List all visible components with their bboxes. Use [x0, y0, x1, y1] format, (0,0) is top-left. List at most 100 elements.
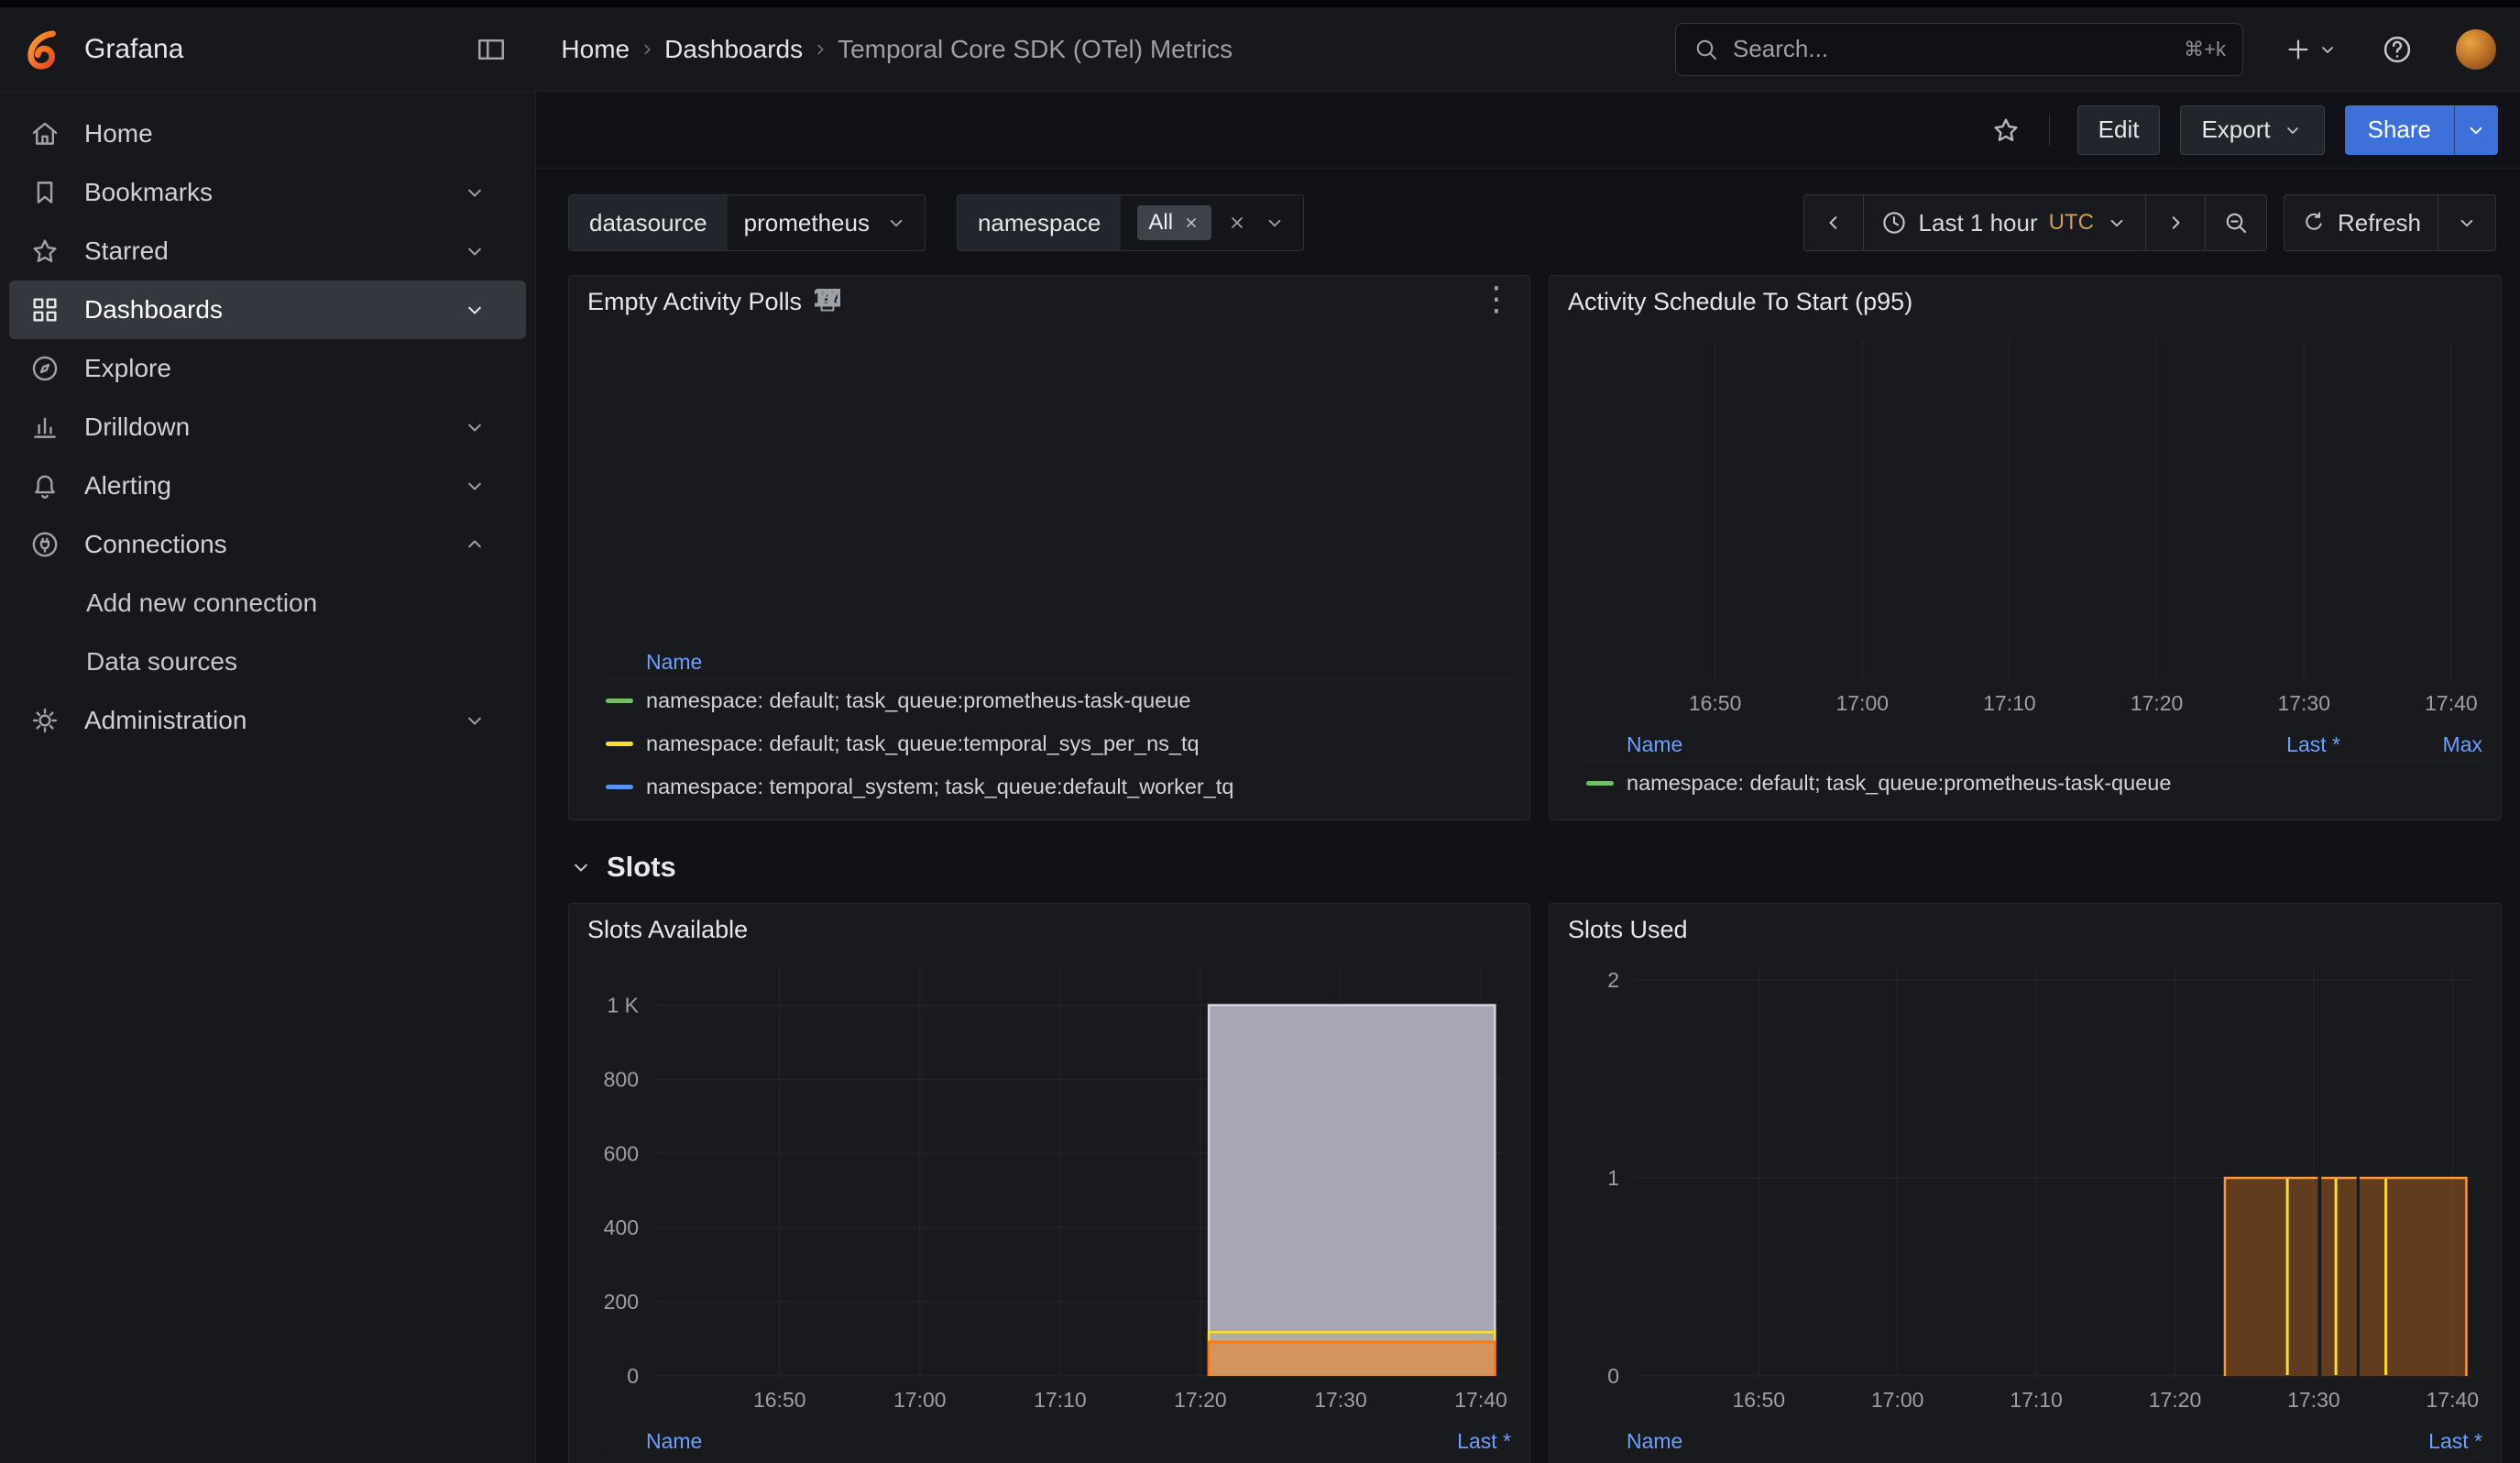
panel-toggle-icon	[475, 33, 508, 66]
legend-row[interactable]: namespace: default; task_queue:prometheu…	[1586, 1458, 2482, 1463]
svg-text:17:30: 17:30	[2287, 1388, 2340, 1412]
panel-slots-available: Slots Available16:5017:0017:1017:2017:30…	[568, 903, 1530, 1463]
timeseries-plot: 16:5017:0017:1017:2017:3017:40	[1568, 327, 2484, 721]
sidebar-item-label: Home	[84, 119, 511, 148]
grafana-logo-icon[interactable]	[24, 28, 66, 71]
legend-header-last[interactable]: Last *	[2340, 1429, 2482, 1454]
sidebar-item-alerting[interactable]: Alerting	[9, 456, 526, 515]
search-box[interactable]: ⌘+k	[1675, 23, 2243, 76]
svg-text:17:00: 17:00	[1835, 691, 1889, 715]
share-caret-button[interactable]	[2454, 105, 2498, 155]
svg-text:2: 2	[1607, 968, 1619, 992]
legend-header-name[interactable]: Name	[646, 1429, 1369, 1454]
panel-title[interactable]: Activity Schedule To Start (p95)	[1568, 288, 1912, 316]
panel-menu-icon[interactable]: ⋮	[1480, 283, 1513, 316]
breadcrumb-item-dashboards[interactable]: Dashboards	[664, 35, 803, 64]
svg-text:17:30: 17:30	[1314, 1388, 1367, 1412]
sidebar-item-connections[interactable]: Connections	[9, 515, 526, 574]
panel-slots-used: Slots Used16:5017:0017:1017:2017:3017:40…	[1549, 903, 2502, 1463]
panel-title[interactable]: Empty Activity Polls	[587, 288, 802, 316]
sidebar-item-starred[interactable]: Starred	[9, 222, 526, 280]
legend-header-last[interactable]: Last *	[1369, 1429, 1511, 1454]
legend-row[interactable]: namespace: default; task_queue:prometheu…	[606, 1458, 1511, 1463]
legend-row[interactable]: namespace: temporal_system; task_queue:d…	[606, 764, 1511, 808]
close-icon	[1182, 214, 1200, 232]
dashboard-actions-row: Edit Export Share	[536, 92, 2520, 169]
sidebar-item-dashboards[interactable]: Dashboards	[9, 280, 526, 339]
chevron-down-icon	[2455, 211, 2479, 235]
top-navigation-bar: Grafana Home Dashboards Temporal Core SDK …	[0, 7, 2520, 92]
namespace-variable-select[interactable]: All	[1121, 195, 1303, 250]
series-label: namespace: default; task_queue:prometheu…	[646, 688, 1511, 713]
export-button[interactable]: Export	[2180, 105, 2324, 155]
row-section-slots[interactable]: Slots	[568, 851, 676, 884]
chevron-down-icon	[2317, 38, 2339, 60]
panel-title[interactable]: Slots Used	[1568, 916, 1688, 944]
legend-row[interactable]: namespace: default; task_queue:prometheu…	[1586, 761, 2482, 804]
star-icon	[1990, 115, 2021, 146]
share-split-button: Share	[2345, 105, 2498, 155]
datasource-variable-select[interactable]: prometheus	[728, 195, 925, 250]
sidebar-item-label: Alerting	[84, 471, 462, 500]
add-dropdown-button[interactable]	[2284, 35, 2339, 64]
chip-remove-icon[interactable]	[1182, 214, 1200, 232]
legend-row[interactable]: namespace: default; task_queue:prometheu…	[606, 678, 1511, 721]
legend-header-name[interactable]: Name	[1627, 732, 2198, 757]
sidebar-item-administration[interactable]: Administration	[9, 691, 526, 750]
star-icon	[29, 236, 60, 267]
user-avatar[interactable]	[2456, 29, 2496, 70]
legend-header-name[interactable]: Name	[646, 650, 1511, 675]
gear-icon	[29, 705, 60, 736]
legend-header-name[interactable]: Name	[1627, 1429, 2340, 1454]
share-button[interactable]: Share	[2345, 105, 2454, 155]
svg-text:17:10: 17:10	[1983, 691, 2036, 715]
clock-icon	[1880, 209, 1908, 236]
chevron-down-icon	[884, 211, 908, 235]
chevron-down-icon	[2282, 119, 2304, 141]
breadcrumb-item-temporal-core-sdk-otel-metrics[interactable]: Temporal Core SDK (OTel) Metrics	[838, 35, 1233, 64]
legend-header-last[interactable]: Last *	[2198, 732, 2340, 757]
namespace-value-chip[interactable]: All	[1137, 205, 1211, 240]
svg-text:17:00: 17:00	[893, 1388, 947, 1412]
time-range-picker-button[interactable]: Last 1 hour UTC	[1863, 194, 2146, 251]
clear-values-icon[interactable]	[1226, 212, 1248, 234]
sidebar-item-data-sources[interactable]: Data sources	[9, 632, 526, 691]
favorite-star-button[interactable]	[1990, 115, 2021, 146]
zoom-out-time-button[interactable]	[2205, 194, 2267, 251]
bell-icon	[29, 470, 60, 501]
brand-title: Grafana	[84, 34, 183, 65]
sidebar-item-home[interactable]: Home	[9, 104, 526, 163]
chevron-up-icon	[462, 532, 488, 557]
sidebar-toggle-button[interactable]	[475, 33, 508, 66]
time-shift-back-button[interactable]	[1803, 194, 1864, 251]
sidebar-item-explore[interactable]: Explore	[9, 339, 526, 398]
time-shift-forward-button[interactable]	[2145, 194, 2206, 251]
panel-legend: NameLast * namespace: default; task_queue…	[569, 1423, 1529, 1463]
edit-button[interactable]: Edit	[2077, 105, 2161, 155]
sidebar-item-label: Explore	[84, 354, 511, 383]
help-icon[interactable]	[2381, 33, 2414, 66]
sidebar-item-label: Administration	[84, 706, 462, 735]
panel-title[interactable]: Slots Available	[587, 916, 748, 944]
datasource-variable-label: datasource	[569, 195, 728, 250]
panel-chart: 16:5017:0017:1017:2017:3017:40012	[1568, 955, 2482, 1423]
legend-header-max[interactable]: Max	[2340, 732, 2482, 757]
sidebar-item-label: Connections	[84, 530, 462, 559]
refresh-interval-caret-button[interactable]	[2438, 194, 2496, 251]
svg-text:16:50: 16:50	[753, 1388, 806, 1412]
sidebar-item-drilldown[interactable]: Drilldown	[9, 398, 526, 456]
sidebar-item-label: Bookmarks	[84, 178, 462, 207]
refresh-button[interactable]: Refresh	[2284, 194, 2438, 251]
breadcrumb-item-home[interactable]: Home	[561, 35, 630, 64]
search-input[interactable]	[1733, 35, 2171, 63]
legend-row[interactable]: namespace: default; task_queue:temporal_…	[606, 721, 1511, 764]
svg-text:1 K: 1 K	[607, 993, 639, 1017]
sidebar-item-add-new-connection[interactable]: Add new connection	[9, 574, 526, 632]
svg-text:17:20: 17:20	[2149, 1388, 2202, 1412]
chevron-left-icon	[1821, 210, 1846, 236]
chevron-down-icon	[2464, 118, 2488, 142]
panel-legend: NameLast * namespace: default; task_queue…	[1550, 1423, 2501, 1463]
sidebar-item-bookmarks[interactable]: Bookmarks	[9, 163, 526, 222]
panel-header: Slots Available	[569, 904, 1529, 955]
chevron-down-icon	[462, 414, 488, 440]
